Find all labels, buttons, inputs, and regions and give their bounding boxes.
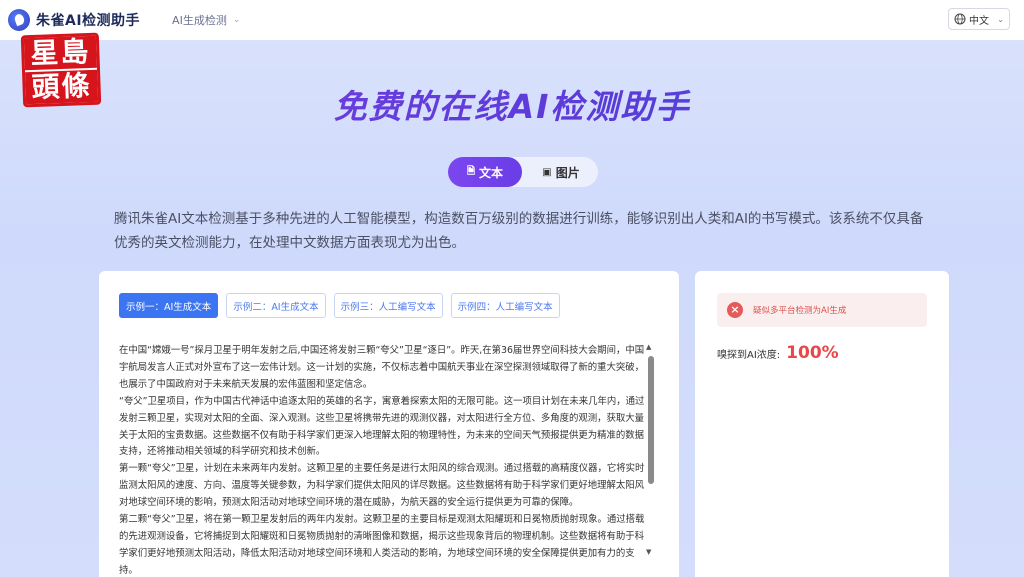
example-tab-1[interactable]: 示例一：AI生成文本 bbox=[119, 293, 219, 318]
zhuque-logo-icon bbox=[8, 9, 30, 31]
alert-message: 疑似多平台检测为AI生成 bbox=[753, 306, 847, 316]
top-bar: 朱雀AI检测助手 AI生成检测 ⌄ 中文 ⌄ bbox=[0, 0, 1024, 40]
language-label: 中文 bbox=[969, 15, 989, 27]
input-panel: 示例一：AI生成文本 示例二：AI生成文本 示例三：人工编写文本 示例四：人工编… bbox=[99, 271, 679, 577]
chevron-down-icon: ⌄ bbox=[232, 15, 241, 25]
nav-dropdown-label: AI生成检测 bbox=[172, 14, 227, 27]
text-paragraph: “夸父”卫星项目，作为中国古代神话中追逐太阳的英雄的名字，寓意着探索太阳的无限可… bbox=[119, 395, 645, 458]
example-tab-3[interactable]: 示例三：人工编写文本 bbox=[333, 293, 443, 318]
result-panel: × 疑似多平台检测为AI生成 嗅探到AI浓度: 100% bbox=[695, 271, 949, 577]
example-tabs: 示例一：AI生成文本 示例二：AI生成文本 示例三：人工编写文本 示例四：人工编… bbox=[119, 293, 560, 318]
mode-toggle: 🗎 文本 ▣ 图片 bbox=[448, 157, 598, 187]
tab-text-label: 文本 bbox=[479, 165, 504, 180]
scrollbar-thumb[interactable] bbox=[648, 356, 654, 484]
example-tab-2[interactable]: 示例二：AI生成文本 bbox=[226, 293, 326, 318]
brand-logo[interactable]: 朱雀AI检测助手 bbox=[8, 9, 140, 31]
scroll-up-arrow-icon[interactable]: ▲ bbox=[646, 343, 651, 351]
result-alert: × 疑似多平台检测为AI生成 bbox=[717, 293, 927, 327]
tab-image-label: 图片 bbox=[555, 165, 580, 180]
close-circle-icon: × bbox=[727, 302, 743, 318]
tab-text[interactable]: 🗎 文本 bbox=[448, 157, 522, 187]
brand-name: 朱雀AI检测助手 bbox=[36, 13, 141, 29]
text-paragraph: 第二颗“夸父”卫星，将在第一颗卫星发射后的两年内发射。这颗卫星的主要目标是观测太… bbox=[119, 514, 645, 576]
example-tab-4[interactable]: 示例四：人工编写文本 bbox=[450, 293, 560, 318]
page-title: 免费的在线AI检测助手 bbox=[0, 80, 1024, 128]
globe-icon bbox=[954, 13, 966, 25]
text-input-area[interactable]: 在中国“嫦娥一号”探月卫星于明年发射之后,中国还将发射三颗“夸父”卫星“逐日”。… bbox=[119, 343, 647, 577]
ai-score-row: 嗅探到AI浓度: 100% bbox=[717, 343, 839, 363]
score-value: 100% bbox=[786, 343, 839, 363]
chevron-down-icon: ⌄ bbox=[997, 14, 1004, 24]
document-icon: 🗎 bbox=[466, 165, 476, 177]
scroll-down-arrow-icon[interactable]: ▼ bbox=[646, 548, 651, 556]
text-paragraph: 第一颗“夸父”卫星，计划在未来两年内发射。这颗卫星的主要任务是进行太阳风的综合观… bbox=[119, 463, 645, 509]
nav-dropdown-ai-detection[interactable]: AI生成检测 ⌄ bbox=[172, 12, 240, 28]
watermark-line-1: 星島 bbox=[29, 34, 91, 71]
image-icon: ▣ bbox=[542, 166, 552, 178]
tab-image[interactable]: ▣ 图片 bbox=[524, 157, 598, 187]
language-select[interactable]: 中文 ⌄ bbox=[948, 8, 1010, 30]
intro-text: 腾讯朱雀AI文本检测基于多种先进的人工智能模型，构造数百万级别的数据进行训练，能… bbox=[114, 211, 924, 251]
score-label: 嗅探到AI浓度: bbox=[717, 350, 781, 361]
text-paragraph: 在中国“嫦娥一号”探月卫星于明年发射之后,中国还将发射三颗“夸父”卫星“逐日”。… bbox=[119, 345, 645, 390]
